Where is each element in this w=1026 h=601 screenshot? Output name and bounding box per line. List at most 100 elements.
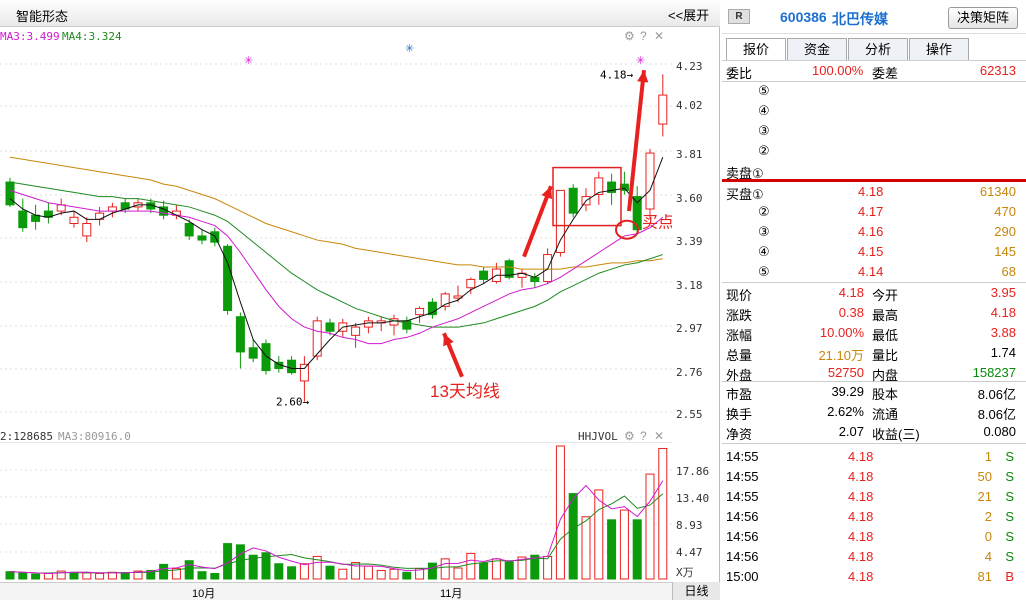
tick-price: 4.18: [848, 569, 874, 584]
price-y-tick: 3.60: [676, 192, 703, 205]
buy-level-row[interactable]: ② 4.17 470: [722, 202, 1022, 222]
candle-body: [287, 359, 297, 374]
stat-row: 涨跌 0.38 最高 4.18: [722, 303, 1022, 323]
sell-level-label: ③: [758, 123, 770, 138]
stat-value: 4.18: [990, 305, 1016, 320]
buy-level-volume: 290: [994, 224, 1016, 239]
buy-level-volume: 470: [994, 204, 1016, 219]
tick-side: S: [1005, 529, 1014, 544]
tick-volume: 0: [984, 529, 992, 544]
weibi-value: 100.00%: [812, 63, 864, 78]
candle-body: [197, 235, 207, 241]
candle-body: [325, 322, 335, 332]
stat-label: 现价: [726, 288, 753, 303]
x-label-nov: 11月: [440, 588, 463, 600]
buy-level-label: 买盘①: [726, 187, 764, 202]
volume-bar: [440, 558, 450, 580]
vol-help-icon[interactable]: ?: [640, 429, 647, 443]
sell-level-row: ②: [722, 141, 1022, 161]
ma-line-black: [9, 157, 664, 369]
buy-level-price: 4.17: [858, 204, 884, 219]
volume-bar: [619, 509, 629, 580]
trade-tick-row: 15:00 4.18 81 B: [722, 567, 1022, 587]
volume-chart[interactable]: [0, 442, 672, 582]
volume-bar: [235, 544, 245, 580]
stat-row: 外盘 52750 内盘 158237: [722, 363, 1022, 383]
sell-level-row: ③: [722, 121, 1022, 141]
volume-bar: [82, 572, 92, 580]
volume-bar: [351, 562, 361, 580]
tab-funds[interactable]: 资金: [787, 38, 847, 60]
vol-close-icon[interactable]: ✕: [654, 429, 664, 443]
tab-quote[interactable]: 报价: [726, 38, 786, 60]
trade-tick-row: 14:56 4.18 4 S: [722, 547, 1022, 567]
volume-bar: [69, 571, 79, 580]
volume-bar: [555, 445, 565, 580]
tick-price: 4.18: [848, 489, 874, 504]
tick-time: 14:55: [726, 469, 759, 484]
weicha-label: 委差: [872, 66, 899, 81]
buy-level-label: ②: [758, 204, 770, 219]
buy-level-price: 4.18: [858, 184, 884, 199]
stock-code: 600386: [780, 9, 827, 25]
chart-panel: 智能形态 <<展开 MA3:3.499 MA4:3.324 ⚙ ? ✕ 4.23…: [0, 0, 720, 600]
tick-price: 4.18: [848, 469, 874, 484]
tick-price: 4.18: [848, 509, 874, 524]
volume-bar: [479, 562, 489, 580]
volume-bar: [658, 447, 668, 580]
star-marker: ✳: [405, 43, 414, 55]
fundamental-label: 股本: [872, 387, 899, 402]
volume-bar: [581, 516, 591, 580]
sell-level-row: ④: [722, 101, 1022, 121]
trade-tick-row: 14:55 4.18 1 S: [722, 447, 1022, 467]
stat-label: 涨幅: [726, 328, 753, 343]
volume-bar: [184, 560, 194, 580]
decision-matrix-button[interactable]: 决策矩阵: [948, 7, 1018, 29]
fundamental-label: 净资: [726, 427, 753, 442]
volume-bar: [120, 572, 130, 580]
volume-bar: [389, 568, 399, 580]
buy-level-price: 4.14: [858, 264, 884, 279]
fundamental-value: 2.07: [838, 424, 864, 439]
buy-level-volume: 61340: [979, 184, 1016, 199]
volume-bar: [543, 555, 553, 580]
sell-level-row: 卖盘①: [722, 161, 1022, 181]
volume-bar: [504, 561, 514, 580]
volume-bar: [287, 566, 297, 580]
buy-level-label: ⑤: [758, 264, 770, 279]
divider: [722, 443, 1026, 444]
sell-level-label: ⑤: [758, 83, 770, 98]
buy-level-row[interactable]: ④ 4.15 145: [722, 242, 1022, 262]
tick-price: 4.18: [848, 549, 874, 564]
tick-side: S: [1005, 549, 1014, 564]
candle-body: [248, 347, 258, 359]
volume-unit: X万: [676, 566, 694, 579]
volume-bar: [645, 473, 655, 580]
price-chart[interactable]: ✳✳✳4.18→2.60→买点13天均线: [0, 40, 672, 425]
stat-value: 4.18: [838, 285, 864, 300]
volume-bar: [197, 571, 207, 580]
candle-body: [479, 270, 489, 280]
tab-operation[interactable]: 操作: [909, 38, 969, 60]
volume-bar: [18, 572, 28, 580]
buy-level-row[interactable]: 买盘① 4.18 61340: [722, 182, 1022, 202]
vol-settings-icon[interactable]: ⚙: [624, 429, 635, 443]
price-y-tick: 3.39: [676, 235, 703, 248]
candle-body: [645, 152, 655, 210]
volume-bar: [376, 569, 386, 580]
candle-body: [415, 307, 425, 316]
candle-body: [184, 223, 194, 237]
period-button[interactable]: 日线: [672, 582, 720, 600]
volume-bar: [402, 571, 412, 580]
stat-value: 21.10万: [818, 348, 864, 363]
volume-bar: [5, 571, 15, 580]
expand-button[interactable]: <<展开: [668, 5, 709, 24]
buy-level-row[interactable]: ③ 4.16 290: [722, 222, 1022, 242]
weibi-label: 委比: [726, 66, 753, 81]
ma-annotation: 13天均线: [430, 382, 500, 401]
tab-analysis[interactable]: 分析: [848, 38, 908, 60]
candle-body: [18, 210, 28, 229]
sell-level-label: ④: [758, 103, 770, 118]
buy-level-row[interactable]: ⑤ 4.14 68: [722, 262, 1022, 282]
candle-body: [351, 326, 361, 336]
